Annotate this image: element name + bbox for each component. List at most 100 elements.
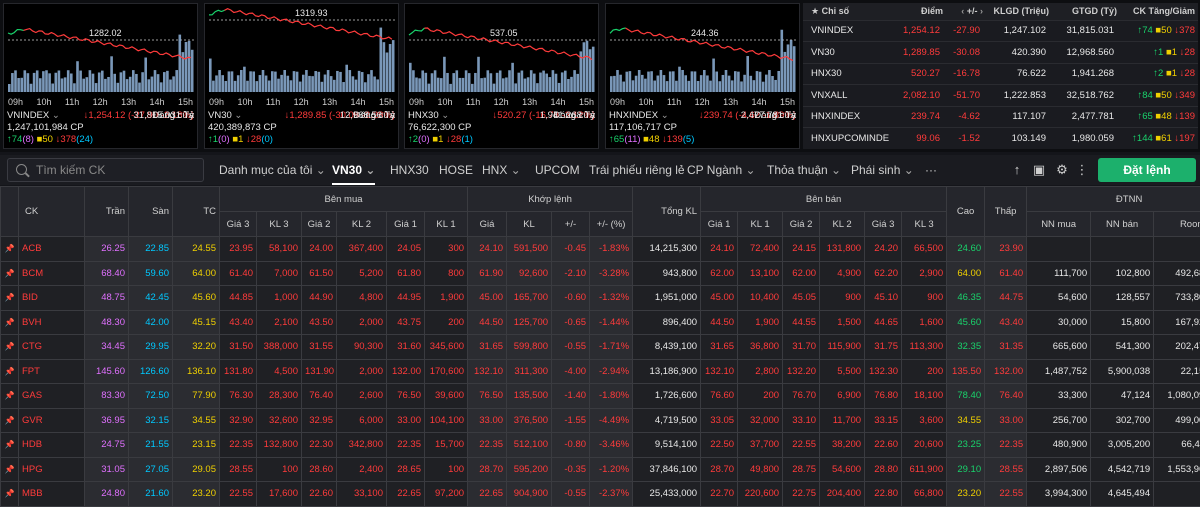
pin-icon[interactable]: 📌 [0, 481, 19, 507]
arrow-up-icon[interactable]: ↑ [1010, 163, 1024, 177]
foreign-room: 499,008,371 [1153, 407, 1200, 433]
bid-vol-1: 800 [423, 260, 469, 286]
volume-bar [209, 58, 212, 92]
index-volume: 1,247.102 [983, 19, 1049, 42]
pin-icon[interactable]: 📌 [0, 260, 19, 286]
reference-price: 23.20 [172, 481, 220, 507]
ask-price-3: 24.20 [864, 236, 903, 262]
ask-vol-1: 49,800 [737, 456, 784, 482]
tab-item-2[interactable]: HNX30 [390, 155, 429, 185]
pin-icon[interactable]: 📌 [0, 309, 19, 335]
match-pct: -1.83% [589, 236, 634, 262]
ask-price-3: 132.30 [864, 358, 903, 384]
bid-vol-3: 28,300 [256, 383, 302, 409]
gear-icon[interactable]: ⚙ [1055, 163, 1069, 177]
match-vol: 599,800 [506, 334, 553, 360]
index-row[interactable]: HNXINDEX 239.74 -4.62 117.107 2,477.781 ↑65 ■… [803, 105, 1198, 128]
pin-icon[interactable]: 📌 [0, 383, 19, 409]
mini-chart-vnindex[interactable]: 1282.02 09h 10h 11h 12h 13h 14h 15h VNINDEX ⌄ ↓1,… [3, 3, 198, 149]
bid-price-2: 28.60 [301, 456, 337, 482]
mini-chart-hnxindex[interactable]: 244.36 09h 10h 11h 12h 13h 14h 15h HNXINDEX ⌄ ↓23… [605, 3, 800, 149]
table-row[interactable]: 📌 FPT 145.60 126.60 136.10 131.80 4,500 131.90 2… [0, 358, 1200, 384]
index-row[interactable]: HNX30 520.27 -16.78 76.622 1,941.268 ↑2 ■1 ↓2… [803, 62, 1198, 85]
table-row[interactable]: 📌 ACB 26.25 22.85 24.55 23.95 58,100 24.00 367,4… [0, 236, 1200, 262]
match-change: -0.60 [551, 285, 591, 311]
tab-item-8[interactable]: Thỏa thuận ⌄ [767, 155, 841, 185]
tab-item-1[interactable]: VN30 ⌄ [332, 155, 376, 185]
time-axis: 09h 10h 11h 12h 13h 14h 15h [209, 97, 394, 107]
tab-more[interactable]: ··· [925, 155, 937, 185]
pin-icon[interactable]: 📌 [0, 285, 19, 311]
advancers: ↑1(0) [208, 134, 230, 145]
ask-vol-3: 113,300 [901, 334, 948, 360]
table-row[interactable]: 📌 HPG 31.05 27.05 29.05 28.55 100 28.60 2,400 28.… [0, 456, 1200, 482]
volume-bar [610, 76, 613, 92]
chevron-down-icon[interactable]: ⌄ [232, 110, 242, 121]
index-row[interactable]: HNXUPCOMINDE 99.06 -1.52 103.149 1,980.059 ↑1… [803, 127, 1198, 149]
pin-icon[interactable]: 📌 [0, 456, 19, 482]
volume-bar [637, 70, 641, 92]
bid-vol-2: 342,800 [336, 432, 387, 458]
table-row[interactable]: 📌 GVR 36.95 32.15 34.55 32.90 32,600 32.95 6,000… [0, 407, 1200, 433]
high-price: 32.35 [946, 334, 986, 360]
tab-item-3[interactable]: HOSE [439, 155, 473, 185]
table-row[interactable]: 📌 CTG 34.45 29.95 32.20 31.50 388,000 31.55 90,3… [0, 334, 1200, 360]
table-row[interactable]: 📌 BCM 68.40 59.60 64.00 61.40 7,000 61.50 5,200 6… [0, 260, 1200, 286]
chevron-down-icon[interactable]: ⌄ [439, 110, 449, 121]
match-vol: 595,200 [506, 456, 553, 482]
chevron-down-icon[interactable]: ⌄ [49, 110, 60, 121]
volume-bar [644, 78, 647, 92]
volume-bar [687, 80, 691, 92]
volume-bar [520, 70, 524, 92]
place-order-button[interactable]: Đặt lệnh [1098, 158, 1196, 182]
volume-bar [364, 82, 367, 92]
tab-item-9[interactable]: Phái sinh ⌄ [851, 155, 914, 185]
tab-item-6[interactable]: Trái phiếu riêng lẻ [589, 155, 685, 185]
low-price: 31.35 [984, 334, 1028, 360]
mini-chart-hnx30[interactable]: 537.05 09h 10h 11h 12h 13h 14h 15h HNX30 ⌄ ↓520.2… [404, 3, 599, 149]
time-tick: 13h [322, 97, 338, 107]
table-row[interactable]: 📌 HDB 24.75 21.55 23.15 22.35 132,800 22.30 342,… [0, 432, 1200, 458]
bid-vol-2: 33,100 [336, 481, 387, 507]
table-row[interactable]: 📌 BID 48.75 42.45 45.60 44.85 1,000 44.90 4,800 4… [0, 285, 1200, 311]
more-vertical-icon[interactable]: ⋮ [1075, 163, 1089, 177]
pin-icon[interactable]: 📌 [0, 334, 19, 360]
excel-export-icon[interactable]: ▣ [1032, 163, 1046, 177]
index-value: 31,815.031 [1049, 19, 1117, 42]
table-row[interactable]: 📌 MBB 24.80 21.60 23.20 22.55 17,600 22.60 33,10… [0, 481, 1200, 507]
chevron-down-icon[interactable]: ⌄ [658, 110, 669, 121]
volume-bar [283, 70, 286, 92]
ask-vol-3: 900 [901, 285, 948, 311]
volume-bar [684, 75, 687, 92]
tab-item-0[interactable]: Danh mục của tôi ⌄ [219, 155, 326, 185]
ask-vol-3: 20,600 [901, 432, 948, 458]
total-volume: 9,514,100 [632, 432, 702, 458]
table-row[interactable]: 📌 BVH 48.30 42.00 45.15 43.40 2,100 43.50 2,000 4… [0, 309, 1200, 335]
pin-icon[interactable]: 📌 [0, 432, 19, 458]
pin-icon[interactable]: 📌 [0, 407, 19, 433]
reference-price: 45.15 [172, 309, 220, 335]
volume-bar [774, 79, 777, 92]
index-row[interactable]: VN30 1,289.85 -30.08 420.390 12,968.560 ↑1 ■1… [803, 41, 1198, 63]
pin-icon[interactable]: 📌 [0, 358, 19, 384]
volume-bar [29, 83, 33, 92]
table-row[interactable]: 📌 GAS 83.30 72.50 77.90 76.30 28,300 76.40 2,600… [0, 383, 1200, 409]
tab-item-5[interactable]: UPCOM [535, 155, 580, 185]
volume-bar [446, 72, 449, 92]
index-row[interactable]: VNXALL 2,082.10 -51.70 1,222.853 32,518.762 ↑… [803, 84, 1198, 106]
volume-bar [351, 76, 355, 92]
search-input[interactable]: Tìm kiếm CK [7, 158, 204, 182]
mini-chart-vn30[interactable]: 1319.93 09h 10h 11h 12h 13h 14h 15h VN30 ⌄ ↓1,289… [204, 3, 399, 149]
volume-bar [113, 73, 116, 92]
index-row[interactable]: VNINDEX 1,254.12 -27.90 1,247.102 31,815.031… [803, 19, 1198, 42]
col-symbol[interactable]: CK [18, 186, 85, 237]
total-volume: 896,400 [632, 309, 702, 335]
tab-item-4[interactable]: HNX ⌄ [482, 155, 521, 185]
group-matched: Khớp lệnh [467, 186, 634, 212]
volume-bar [163, 72, 166, 92]
time-tick: 13h [723, 97, 739, 107]
pin-icon[interactable]: 📌 [0, 236, 19, 262]
tab-item-7[interactable]: CP Ngành ⌄ [687, 155, 756, 185]
volume-bar [215, 75, 218, 92]
foreign-buy: 665,600 [1026, 334, 1092, 360]
